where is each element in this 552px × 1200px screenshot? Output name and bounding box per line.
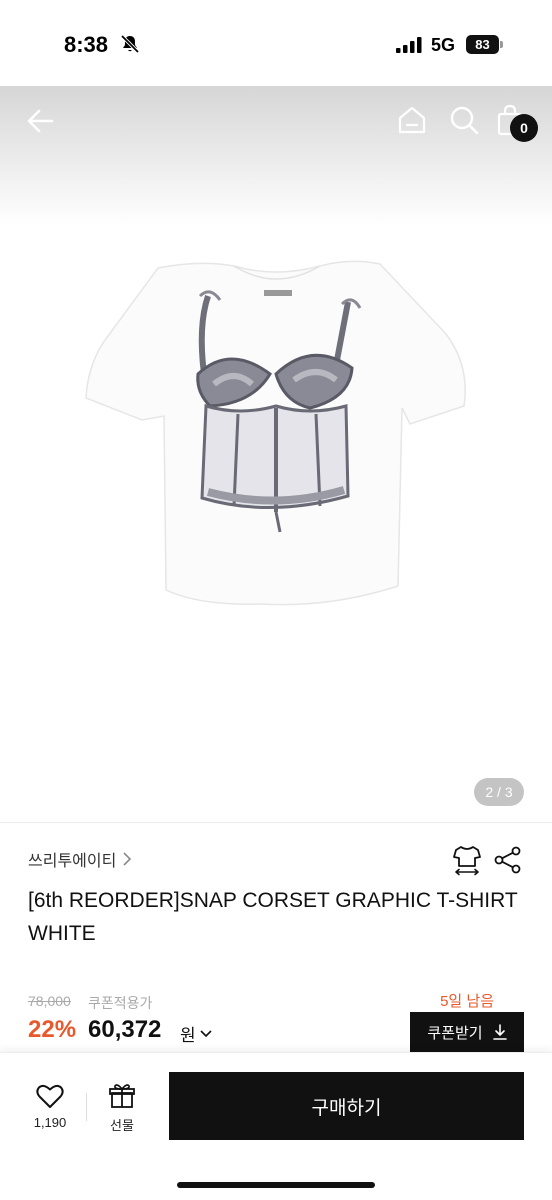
- gift-icon: [109, 1084, 135, 1108]
- buy-button[interactable]: 구매하기: [169, 1072, 524, 1140]
- cart-count-badge[interactable]: 0: [510, 114, 538, 142]
- product-image: [85, 260, 466, 606]
- like-count: 1,190: [33, 1115, 67, 1130]
- download-icon: [492, 1024, 507, 1040]
- product-gallery[interactable]: 0 2 / 3: [0, 86, 552, 822]
- get-coupon-button[interactable]: 쿠폰받기: [410, 1012, 524, 1052]
- bell-slash-icon: [120, 34, 140, 54]
- battery-cap: [500, 41, 503, 48]
- currency-label: 원: [180, 1026, 196, 1045]
- share-icon[interactable]: [494, 846, 522, 874]
- bar-separator: [86, 1093, 87, 1121]
- size-guide-icon[interactable]: [452, 844, 482, 876]
- like-button[interactable]: 1,190: [24, 1083, 76, 1139]
- gift-button[interactable]: 선물: [96, 1083, 148, 1139]
- brand-link[interactable]: 쓰리투에이티: [28, 847, 132, 871]
- heart-icon: [36, 1084, 64, 1108]
- back-arrow-icon[interactable]: [24, 104, 58, 138]
- signal-icon: [396, 37, 422, 53]
- bottom-action-bar: 1,190 선물 구매하기: [0, 1052, 552, 1200]
- sale-price: 60,372: [88, 1016, 162, 1043]
- section-divider: [0, 822, 552, 823]
- network-label: 5G: [431, 35, 456, 55]
- coupon-price-label: 쿠폰적용가: [88, 995, 153, 1011]
- search-icon[interactable]: [448, 104, 480, 136]
- battery-level: 83: [466, 35, 499, 54]
- home-indicator: [177, 1182, 375, 1188]
- battery-indicator: 83: [466, 35, 503, 54]
- coupon-days-left: 5일 남음: [440, 993, 494, 1010]
- chevron-down-icon: [200, 1029, 212, 1037]
- brand-name: 쓰리투에이티: [28, 853, 117, 870]
- chevron-right-icon: [123, 852, 132, 866]
- status-bar: 8:38 5G 83: [0, 0, 552, 86]
- discount-rate: 22%: [28, 1016, 77, 1043]
- price-detail-toggle[interactable]: 원: [180, 1021, 212, 1046]
- status-time: 8:38: [64, 32, 109, 57]
- gallery-page-indicator: 2 / 3: [474, 778, 524, 806]
- home-icon[interactable]: [396, 104, 428, 136]
- gift-label: 선물: [110, 1118, 134, 1133]
- coupon-button-label: 쿠폰받기: [427, 1024, 483, 1042]
- product-title: [6th REORDER]SNAP CORSET GRAPHIC T-SHIRT…: [28, 889, 518, 945]
- original-price: 78,000: [28, 993, 71, 1009]
